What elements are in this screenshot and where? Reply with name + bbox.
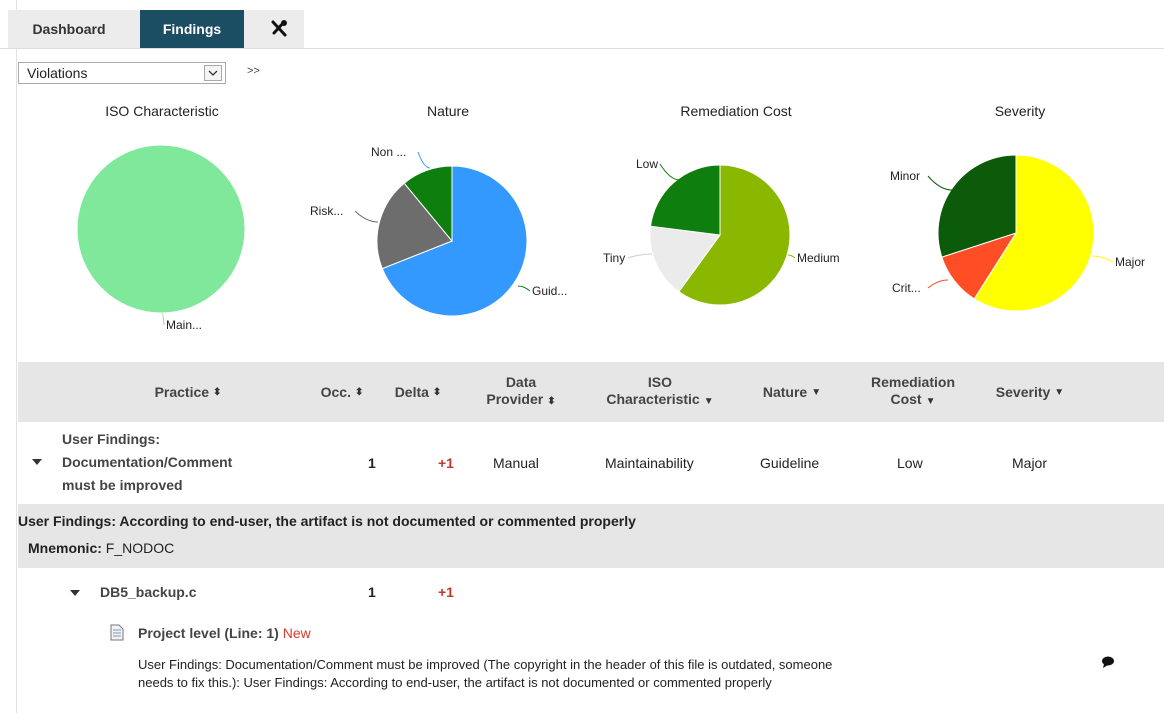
pie-label: Guid...	[532, 284, 567, 298]
finding-message-line1: User Findings: Documentation/Comment mus…	[138, 657, 833, 672]
file-delta: +1	[438, 584, 454, 600]
document-icon	[110, 624, 124, 641]
header-remediation-line1: Remediation	[870, 374, 955, 390]
pie-label: Major	[1115, 255, 1145, 269]
pie-label-connector	[787, 254, 796, 259]
mnemonic: Mnemonic: F_NODOC	[28, 540, 174, 556]
header-data-provider-line2: Provider	[486, 391, 544, 407]
header-iso-characteristic[interactable]: ISO Characteristic ▼	[580, 362, 740, 422]
header-nature[interactable]: Nature ▼	[742, 362, 842, 422]
practice-line3: must be improved	[62, 477, 183, 493]
comment-icon[interactable]	[1100, 655, 1116, 669]
header-iso-line2: Characteristic	[606, 391, 700, 407]
file-name[interactable]: DB5_backup.c	[100, 584, 196, 600]
pie-label-connector	[354, 210, 379, 223]
location[interactable]: Project level (Line: 1) New	[138, 625, 311, 641]
pie-label: Risk...	[310, 204, 343, 218]
header-nature-label: Nature	[762, 383, 808, 400]
header-practice-label: Practice	[154, 383, 210, 400]
pie-label-connector	[927, 279, 949, 289]
pie-charts: Main... Non ... Risk... Guid... Medium Tiny Lo…	[76, 144, 1145, 332]
mnemonic-value: F_NODOC	[105, 540, 175, 556]
pie-label-connector	[517, 285, 531, 292]
pie-label-connector	[161, 312, 165, 326]
header-practice[interactable]: Practice ⬍	[128, 362, 248, 422]
pie-label-connector	[927, 175, 953, 191]
row-severity: Major	[1012, 455, 1048, 471]
pie-slice[interactable]	[649, 164, 721, 236]
sort-desc-icon: ▼	[703, 396, 714, 407]
practice-line1: User Findings:	[62, 431, 161, 447]
pie-label: Medium	[797, 251, 840, 265]
finding-message-line2: needs to fix this.): User Findings: Acco…	[138, 675, 772, 690]
sort-icon: ⬍	[213, 386, 222, 398]
pie-label: Crit...	[892, 281, 921, 295]
pie-label: Minor	[890, 169, 920, 183]
location-label: Project level (Line: 1)	[138, 625, 279, 641]
expand-caret-icon[interactable]	[32, 459, 42, 465]
practice-line2[interactable]: Documentation/Comment	[62, 454, 232, 470]
sort-desc-icon: ▼	[811, 386, 822, 398]
pie-slice[interactable]	[76, 144, 246, 314]
header-iso-line1: ISO	[647, 374, 673, 390]
pie-label-connector	[659, 163, 681, 181]
status-badge: New	[282, 625, 311, 641]
sort-icon: ⬍	[547, 396, 556, 407]
rule-description: User Findings: According to end-user, th…	[18, 513, 636, 529]
row-delta: +1	[438, 455, 454, 471]
row-remediation: Low	[897, 455, 923, 471]
finding-message: User Findings: Documentation/Comment mus…	[138, 656, 1068, 692]
header-severity[interactable]: Severity ▼	[980, 362, 1080, 422]
sort-desc-icon: ▼	[925, 396, 936, 407]
header-occ[interactable]: Occ. ⬍	[312, 362, 372, 422]
row-data-provider: Manual	[493, 455, 539, 471]
sort-desc-icon: ▼	[1054, 386, 1065, 398]
pie-label: Tiny	[603, 251, 625, 265]
header-severity-label: Severity	[995, 383, 1051, 400]
file-expand-caret-icon[interactable]	[70, 590, 80, 596]
sort-icon: ⬍	[432, 386, 442, 398]
header-remediation-line2: Cost	[890, 391, 922, 407]
header-delta[interactable]: Delta ⬍	[383, 362, 453, 422]
row-nature: Guideline	[760, 455, 820, 471]
header-remediation-cost[interactable]: Remediation Cost ▼	[848, 362, 978, 422]
header-delta-label: Delta	[394, 383, 429, 400]
header-data-provider[interactable]: Data Provider ⬍	[466, 362, 576, 422]
header-data-provider-line1: Data	[505, 374, 537, 390]
pie-label: Low	[636, 157, 658, 171]
pie-label: Non ...	[371, 145, 406, 159]
pie-label: Main...	[166, 318, 202, 332]
row-occ: 1	[368, 455, 376, 471]
mnemonic-label: Mnemonic:	[28, 540, 102, 556]
pie-label-connector	[417, 151, 431, 169]
pie-label-connector	[1091, 255, 1114, 263]
pie-label-connector	[627, 253, 653, 259]
sort-icon: ⬍	[354, 386, 364, 398]
header-occ-label: Occ.	[320, 383, 351, 400]
row-iso: Maintainability	[605, 455, 694, 471]
file-occ: 1	[368, 584, 376, 600]
